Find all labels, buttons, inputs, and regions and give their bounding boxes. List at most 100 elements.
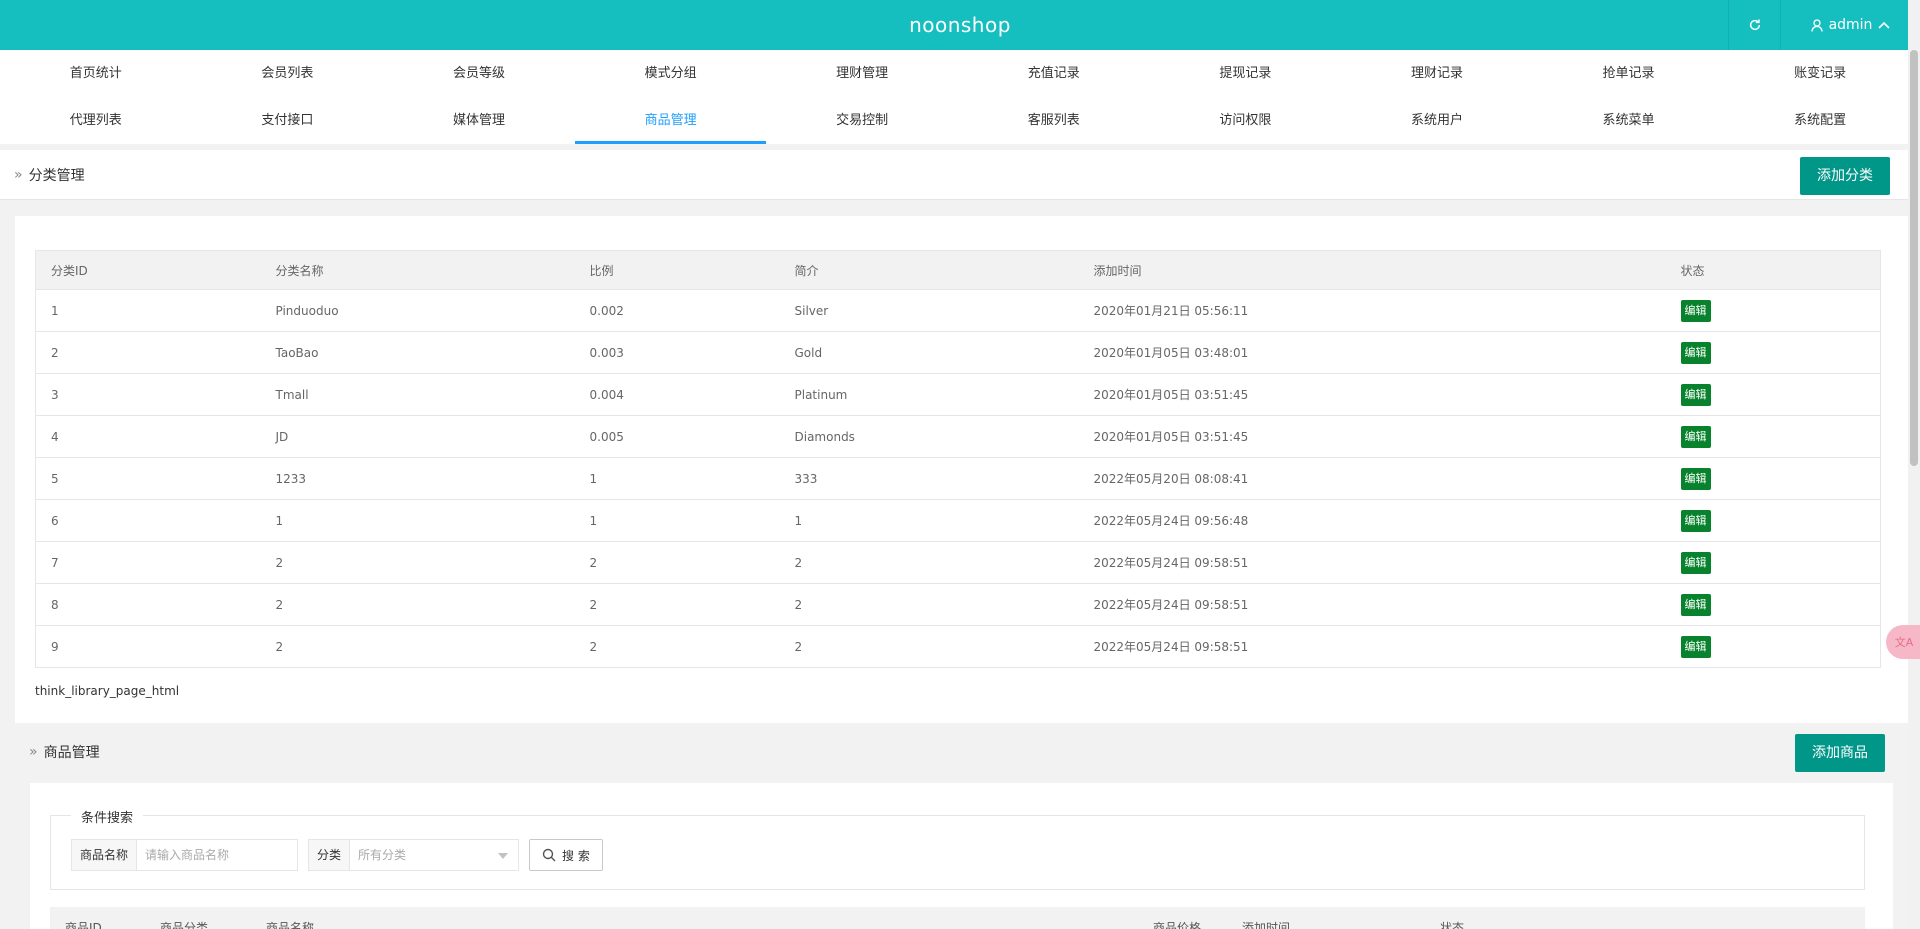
cell-id: 5 bbox=[35, 457, 261, 500]
cell-id: 4 bbox=[35, 415, 261, 458]
cell-intro: 2 bbox=[779, 625, 1079, 668]
nav-item-active[interactable]: 商品管理 bbox=[574, 97, 767, 144]
category-select[interactable]: 所有分类 bbox=[350, 840, 518, 870]
edit-button[interactable]: 编辑 bbox=[1680, 425, 1711, 448]
cell-name: 2 bbox=[260, 541, 575, 584]
edit-button[interactable]: 编辑 bbox=[1680, 383, 1711, 406]
nav-item[interactable]: 账变记录 bbox=[1724, 50, 1916, 97]
cell-status: 编辑 bbox=[1665, 583, 1881, 626]
nav-item[interactable]: 系统配置 bbox=[1724, 97, 1916, 144]
search-button[interactable]: 搜 索 bbox=[529, 839, 603, 871]
nav-item[interactable]: 媒体管理 bbox=[383, 97, 575, 144]
double-chevron-right-icon: » bbox=[29, 743, 38, 760]
goods-name-group: 商品名称 请输入商品名称 bbox=[71, 839, 299, 871]
nav-item[interactable]: 提现记录 bbox=[1150, 50, 1342, 97]
edit-button[interactable]: 编辑 bbox=[1680, 509, 1711, 532]
column-header: 状态 bbox=[1665, 250, 1881, 290]
cell-ratio: 2 bbox=[574, 583, 780, 626]
search-fieldset: 条件搜索 商品名称 请输入商品名称 分类 所有分类 搜 索 bbox=[50, 807, 1865, 890]
column-header: 分类名称 bbox=[260, 250, 575, 290]
cell-name: 2 bbox=[260, 625, 575, 668]
breadcrumb: » 分类管理 bbox=[14, 150, 85, 200]
cell-name: JD bbox=[260, 415, 575, 458]
column-header: 商品名称 bbox=[266, 921, 315, 929]
cell-ratio: 0.005 bbox=[574, 415, 780, 458]
main-nav: 首页统计 会员列表 会员等级 模式分组 理财管理 充值记录 提现记录 理财记录 … bbox=[0, 50, 1908, 144]
cell-status: 编辑 bbox=[1665, 625, 1881, 668]
cell-id: 3 bbox=[35, 373, 261, 416]
cell-name: 1 bbox=[260, 499, 575, 542]
cell-ratio: 2 bbox=[574, 541, 780, 584]
cell-id: 2 bbox=[35, 331, 261, 374]
breadcrumb: » 商品管理 bbox=[29, 728, 100, 775]
table-header-row: 分类ID 分类名称 比例 简介 添加时间 状态 bbox=[35, 250, 1881, 290]
cell-time: 2020年01月05日 03:48:01 bbox=[1078, 331, 1666, 374]
edit-button[interactable]: 编辑 bbox=[1680, 299, 1711, 322]
add-category-button[interactable]: 添加分类 bbox=[1800, 157, 1890, 195]
add-goods-button[interactable]: 添加商品 bbox=[1795, 734, 1885, 772]
edit-button[interactable]: 编辑 bbox=[1680, 341, 1711, 364]
user-menu[interactable]: admin bbox=[1780, 0, 1920, 50]
search-icon bbox=[542, 848, 556, 862]
nav-item[interactable]: 访问权限 bbox=[1150, 97, 1342, 144]
refresh-icon bbox=[1749, 19, 1760, 31]
cell-intro: Gold bbox=[779, 331, 1079, 374]
table-row: 9 2 2 2 2022年05月24日 09:58:51 编辑 bbox=[35, 625, 1881, 668]
nav-item[interactable]: 理财记录 bbox=[1341, 50, 1533, 97]
cell-id: 8 bbox=[35, 583, 261, 626]
column-header: 简介 bbox=[779, 250, 1079, 290]
edit-button[interactable]: 编辑 bbox=[1680, 467, 1711, 490]
translate-icon[interactable]: 文A bbox=[1886, 625, 1920, 659]
column-header: 添加时间 bbox=[1078, 250, 1666, 290]
cell-intro: Silver bbox=[779, 289, 1079, 332]
goods-name-input[interactable]: 请输入商品名称 bbox=[137, 840, 297, 870]
cell-time: 2020年01月05日 03:51:45 bbox=[1078, 373, 1666, 416]
cell-time: 2022年05月24日 09:58:51 bbox=[1078, 583, 1666, 626]
cell-intro: 1 bbox=[779, 499, 1079, 542]
goods-card: 条件搜索 商品名称 请输入商品名称 分类 所有分类 搜 索 商品ID 商品分类 … bbox=[30, 783, 1893, 929]
cell-name: 2 bbox=[260, 583, 575, 626]
table-row: 4 JD 0.005 Diamonds 2020年01月05日 03:51:45 编辑 bbox=[35, 415, 1881, 458]
cell-intro: 2 bbox=[779, 583, 1079, 626]
user-icon bbox=[1810, 18, 1823, 32]
category-select-group: 分类 所有分类 bbox=[308, 839, 520, 871]
column-header: 商品分类 bbox=[160, 921, 209, 929]
nav-item[interactable]: 客服列表 bbox=[958, 97, 1150, 144]
table-row: 7 2 2 2 2022年05月24日 09:58:51 编辑 bbox=[35, 541, 1881, 584]
cell-status: 编辑 bbox=[1665, 541, 1881, 584]
pagination-placeholder: think_library_page_html bbox=[35, 684, 180, 698]
nav-item[interactable]: 首页统计 bbox=[0, 50, 192, 97]
page-scrollbar[interactable] bbox=[1908, 0, 1920, 929]
nav-item[interactable]: 模式分组 bbox=[575, 50, 767, 97]
cell-time: 2020年01月05日 03:51:45 bbox=[1078, 415, 1666, 458]
edit-button[interactable]: 编辑 bbox=[1680, 551, 1711, 574]
section-title: 商品管理 bbox=[43, 744, 100, 761]
cell-ratio: 0.002 bbox=[574, 289, 780, 332]
cell-id: 7 bbox=[35, 541, 261, 584]
cell-status: 编辑 bbox=[1665, 415, 1881, 458]
nav-item[interactable]: 会员等级 bbox=[383, 50, 575, 97]
nav-item[interactable]: 系统用户 bbox=[1341, 97, 1533, 144]
table-row: 1 Pinduoduo 0.002 Silver 2020年01月21日 05:56:1… bbox=[35, 289, 1881, 332]
cell-time: 2022年05月24日 09:58:51 bbox=[1078, 541, 1666, 584]
search-legend: 条件搜索 bbox=[71, 807, 144, 826]
table-row: 8 2 2 2 2022年05月24日 09:58:51 编辑 bbox=[35, 583, 1881, 626]
nav-item[interactable]: 抢单记录 bbox=[1533, 50, 1725, 97]
nav-item[interactable]: 会员列表 bbox=[192, 50, 384, 97]
cell-status: 编辑 bbox=[1665, 457, 1881, 500]
edit-button[interactable]: 编辑 bbox=[1680, 593, 1711, 616]
refresh-button[interactable] bbox=[1728, 0, 1780, 50]
nav-item[interactable]: 支付接口 bbox=[192, 97, 384, 144]
scrollbar-thumb[interactable] bbox=[1910, 50, 1918, 466]
edit-button[interactable]: 编辑 bbox=[1680, 635, 1711, 658]
nav-item[interactable]: 理财管理 bbox=[766, 50, 958, 97]
nav-item[interactable]: 交易控制 bbox=[766, 97, 958, 144]
nav-item[interactable]: 充值记录 bbox=[958, 50, 1150, 97]
table-row: 6 1 1 1 2022年05月24日 09:56:48 编辑 bbox=[35, 499, 1881, 542]
cell-id: 1 bbox=[35, 289, 261, 332]
goods-section-header: » 商品管理 添加商品 bbox=[15, 728, 1908, 775]
nav-item[interactable]: 系统菜单 bbox=[1533, 97, 1725, 144]
cell-intro: Diamonds bbox=[779, 415, 1079, 458]
category-table: 分类ID 分类名称 比例 简介 添加时间 状态 1 Pinduoduo 0.002 S… bbox=[35, 250, 1881, 668]
nav-item[interactable]: 代理列表 bbox=[0, 97, 192, 144]
